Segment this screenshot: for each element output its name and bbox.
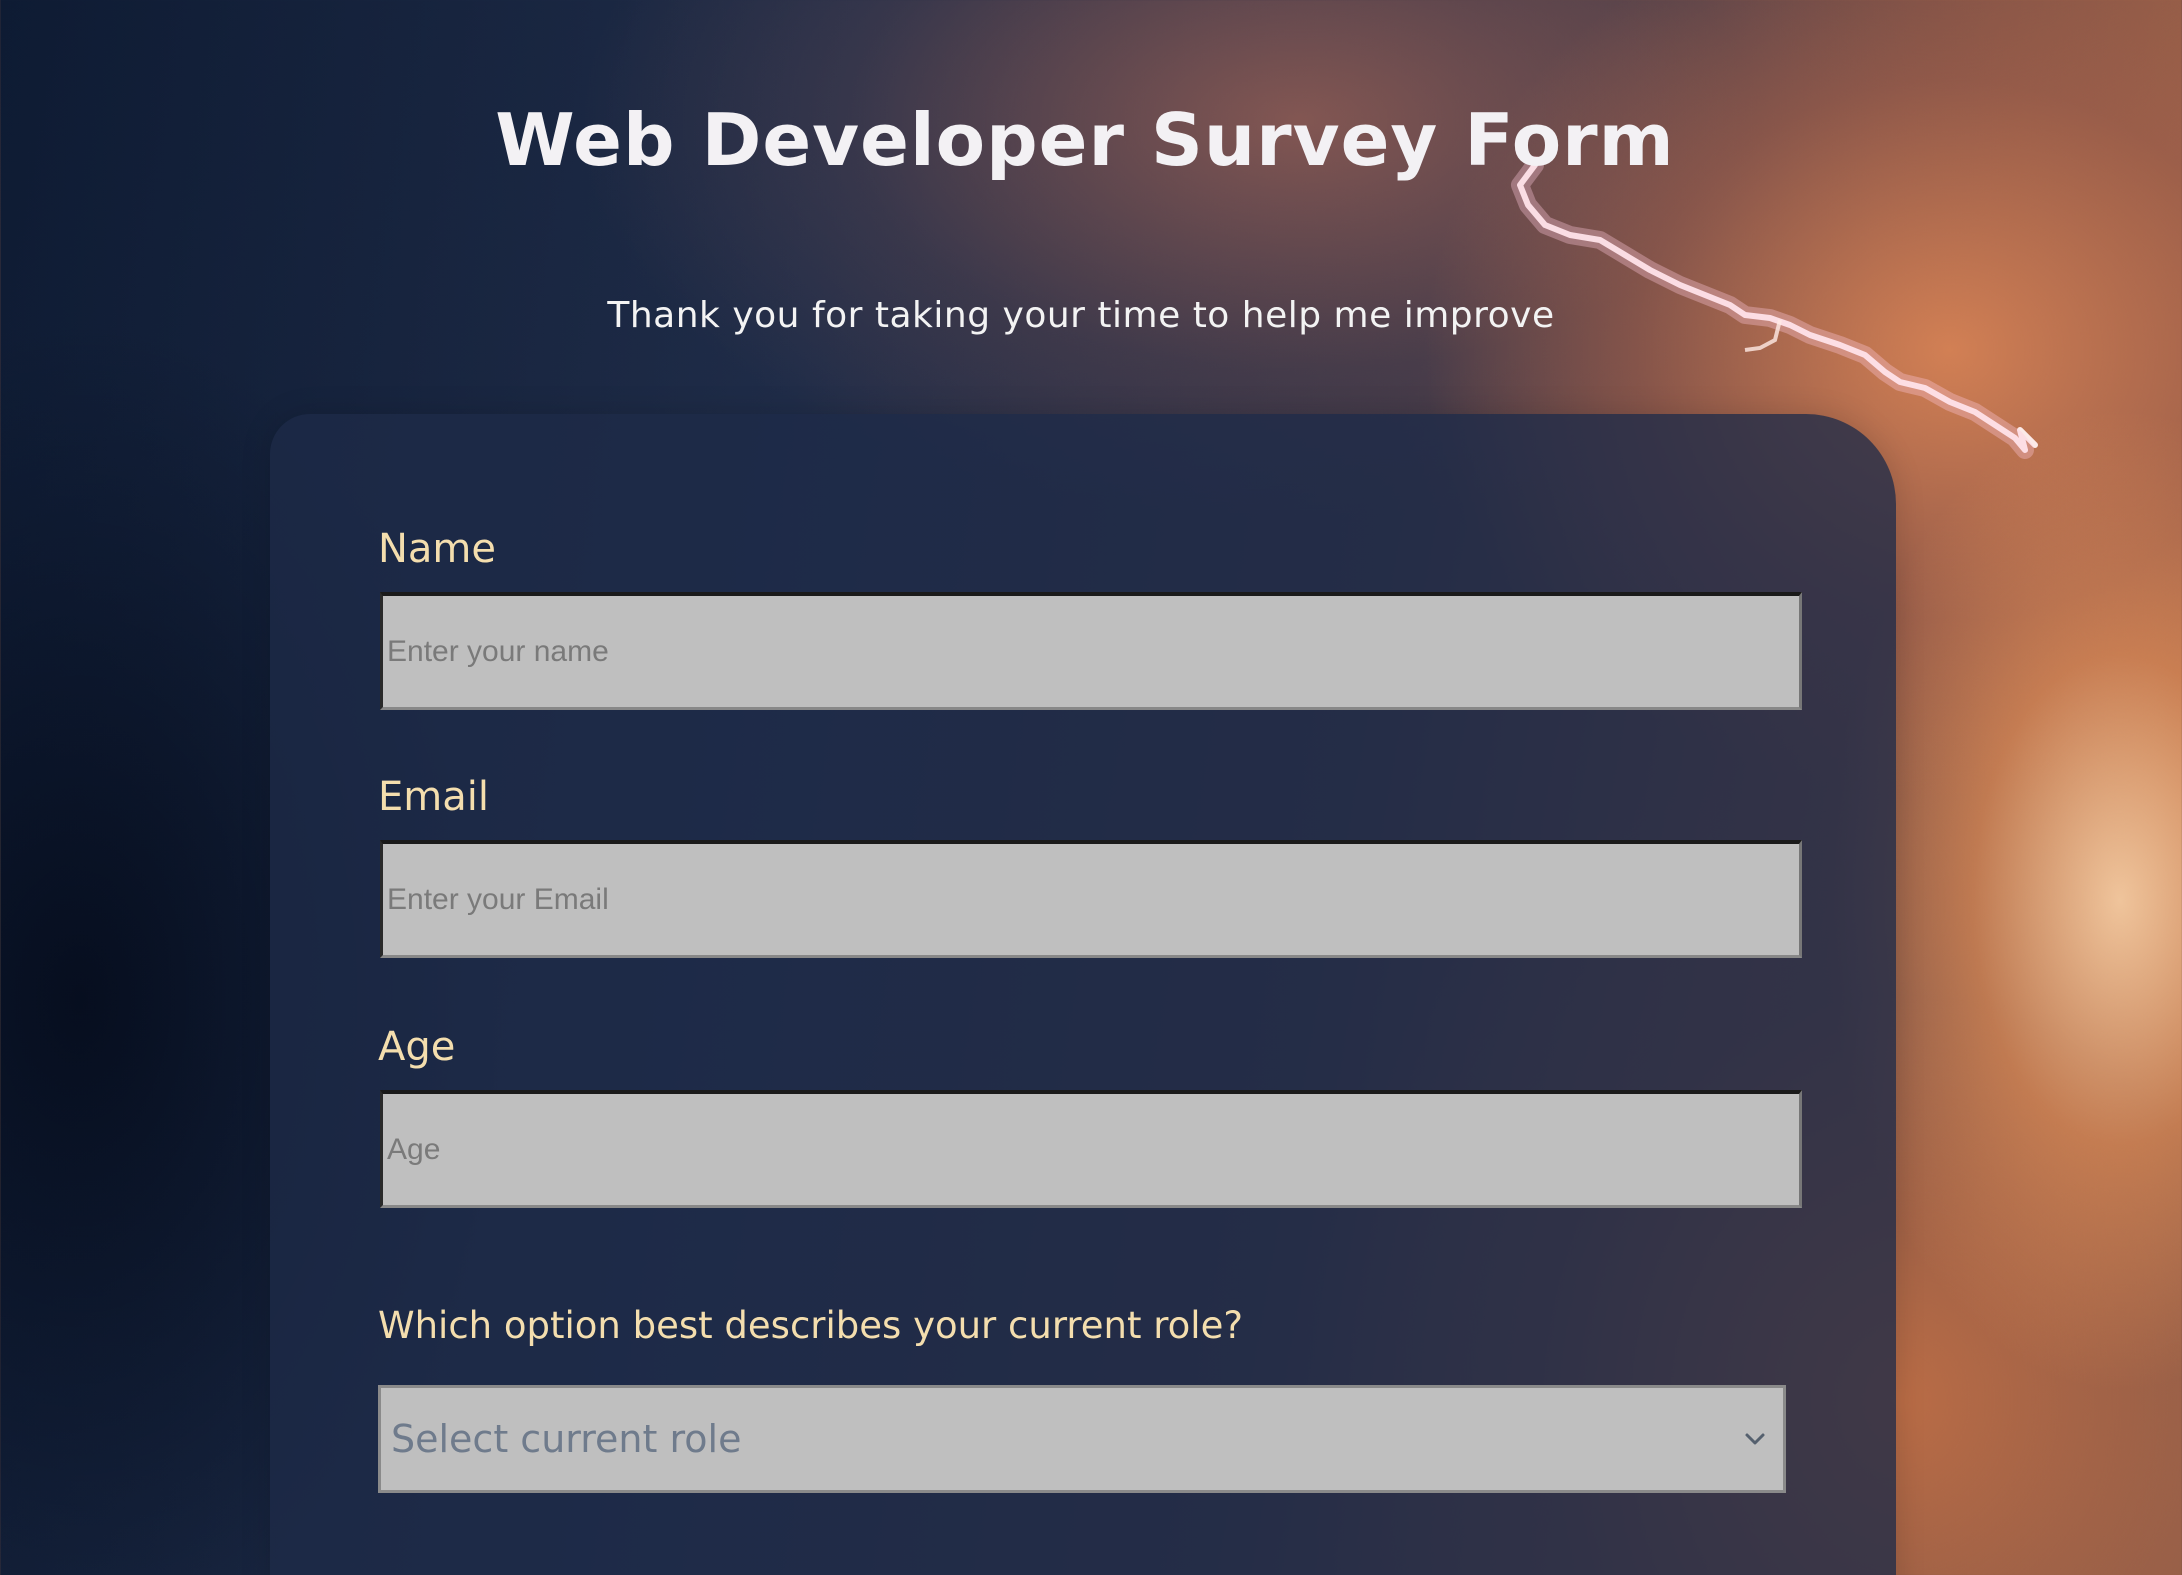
email-input[interactable] — [380, 840, 1802, 958]
survey-form: Name Email Age Which option best describ… — [270, 414, 1896, 1575]
page-description: Thank you for taking your time to help m… — [607, 295, 1555, 336]
age-input[interactable] — [380, 1090, 1802, 1208]
page-title: Web Developer Survey Form — [495, 98, 1675, 182]
age-label: Age — [378, 1024, 456, 1070]
name-label: Name — [378, 526, 497, 572]
chevron-down-icon — [1735, 1419, 1775, 1459]
role-select-value: Select current role — [391, 1417, 742, 1461]
name-input[interactable] — [380, 592, 1802, 710]
email-label: Email — [378, 774, 489, 820]
role-question-label: Which option best describes your current… — [378, 1304, 1243, 1347]
role-select[interactable]: Select current role — [378, 1385, 1786, 1493]
